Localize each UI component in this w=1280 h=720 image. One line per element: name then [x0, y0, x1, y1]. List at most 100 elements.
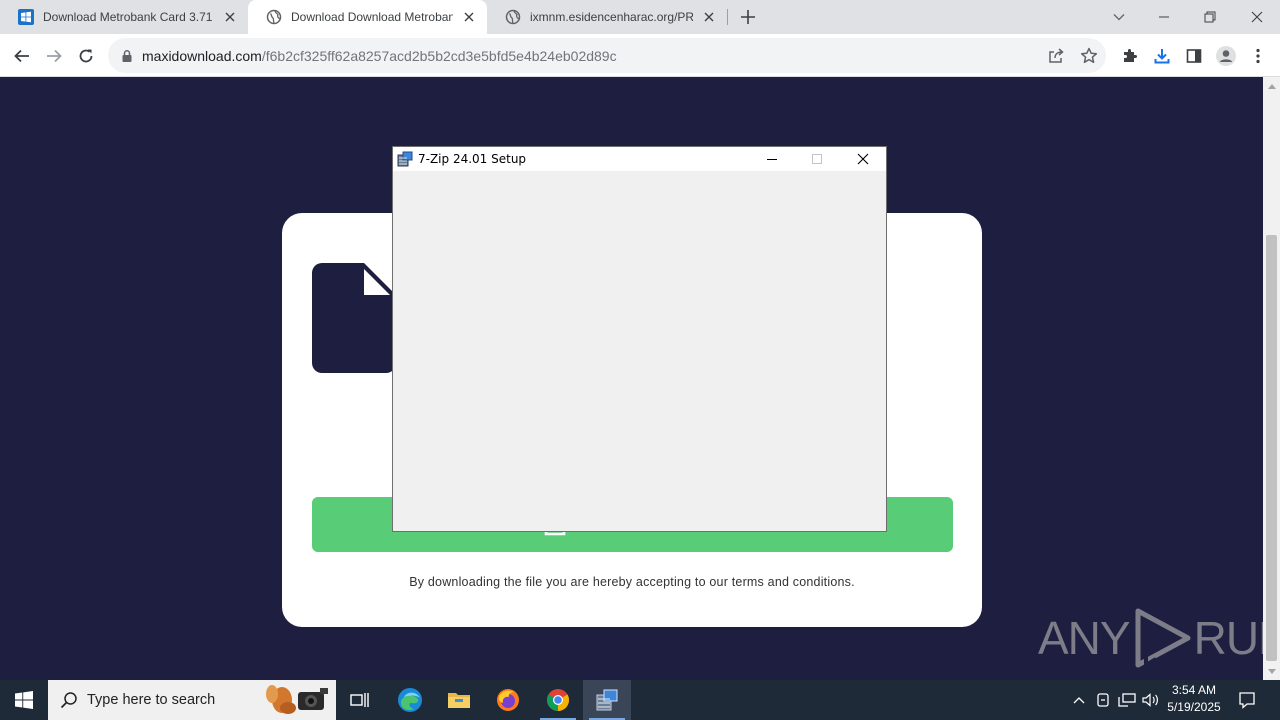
new-tab-icon[interactable]	[737, 6, 759, 28]
tab-search-button[interactable]	[1096, 0, 1142, 34]
tab-ixmnm[interactable]: ixmnm.esidencenharac.org/PRL	[487, 0, 727, 34]
taskbar-firefox[interactable]	[484, 680, 532, 720]
profile-button[interactable]	[1213, 43, 1239, 69]
close-tab-icon[interactable]	[222, 9, 238, 25]
close-tab-icon[interactable]	[701, 9, 717, 25]
file-icon	[312, 263, 396, 373]
scroll-down-icon	[1267, 668, 1276, 674]
tab-separator	[727, 9, 728, 25]
globe-icon	[266, 9, 282, 25]
close-icon	[857, 153, 869, 165]
task-view-icon	[350, 693, 369, 707]
terms-text: By downloading the file you are hereby a…	[409, 575, 855, 589]
scroll-up-button[interactable]	[1263, 77, 1280, 94]
chevron-down-icon	[1113, 14, 1125, 21]
start-button[interactable]	[0, 680, 48, 720]
scroll-thumb[interactable]	[1266, 235, 1277, 661]
arrow-left-icon	[14, 49, 29, 63]
minimize-icon	[767, 159, 777, 160]
edge-icon	[398, 688, 422, 712]
avatar-icon	[1216, 46, 1236, 66]
search-placeholder: Type here to search	[87, 692, 216, 708]
taskbar-clock[interactable]: 3:54 AM 5/19/2025	[1160, 682, 1228, 718]
folder-icon	[448, 693, 470, 708]
reload-button[interactable]	[73, 43, 99, 69]
download-icon	[1154, 49, 1170, 64]
close-tab-icon[interactable]	[461, 9, 477, 25]
tab-strip: Download Metrobank Card 3.71 Download Do…	[0, 0, 1280, 34]
tab-title: Download Metrobank Card 3.71	[43, 10, 213, 24]
search-icon	[60, 692, 77, 709]
share-icon[interactable]	[1046, 46, 1066, 66]
lock-icon[interactable]	[120, 49, 134, 63]
page-scrollbar[interactable]	[1263, 77, 1280, 680]
taskbar-edge[interactable]	[386, 680, 434, 720]
setup-dialog[interactable]: 7-Zip 24.01 Setup	[392, 146, 887, 532]
watermark-right: RUN	[1193, 612, 1263, 664]
scroll-up-icon	[1267, 83, 1276, 89]
chrome-icon	[547, 689, 569, 711]
dialog-titlebar[interactable]: 7-Zip 24.01 Setup	[393, 147, 886, 171]
windows-tile-icon	[18, 9, 34, 25]
address-bar[interactable]: maxidownload.com/f6b2cf325ff62a8257acd2b…	[108, 38, 1106, 73]
taskbar-chrome[interactable]	[534, 680, 582, 720]
tray-device-button[interactable]	[1092, 680, 1114, 720]
watermark-left: ANY	[1038, 612, 1131, 664]
speaker-icon	[1142, 693, 1158, 707]
close-window-button[interactable]	[1234, 0, 1280, 34]
bookmark-star-icon[interactable]	[1079, 46, 1099, 66]
back-button[interactable]	[9, 43, 35, 69]
restore-icon	[1204, 11, 1216, 23]
tab-title: ixmnm.esidencenharac.org/PRL	[530, 10, 693, 24]
taskbar-search-box[interactable]: Type here to search	[48, 680, 336, 720]
kebab-menu-icon	[1256, 48, 1260, 64]
clock-time: 3:54 AM	[1171, 683, 1217, 697]
menu-button[interactable]	[1245, 43, 1271, 69]
search-highlight-illustration-icon	[266, 685, 328, 714]
tray-network-button[interactable]	[1116, 680, 1138, 720]
installer-icon	[397, 151, 413, 167]
arrow-right-icon	[47, 49, 62, 63]
network-icon	[1118, 693, 1136, 707]
scroll-down-button[interactable]	[1263, 663, 1280, 680]
forward-button[interactable]	[41, 43, 67, 69]
notifications-button[interactable]	[1232, 680, 1262, 720]
clock-date: 5/19/2025	[1167, 700, 1221, 714]
side-panel-icon	[1186, 49, 1202, 63]
task-view-button[interactable]	[336, 680, 384, 720]
installer-icon	[596, 689, 618, 711]
windows-taskbar: Type here to search 3:54 AM 5/19/2025	[0, 680, 1280, 720]
chevron-up-icon	[1073, 697, 1085, 704]
windows-logo-icon	[15, 691, 33, 709]
downloads-button[interactable]	[1149, 43, 1175, 69]
taskbar-7zip-setup[interactable]	[583, 680, 631, 720]
show-hidden-icons-button[interactable]	[1068, 680, 1090, 720]
dialog-maximize-button	[794, 147, 840, 171]
taskbar-file-explorer[interactable]	[435, 680, 483, 720]
anyrun-watermark: ANY RUN	[1038, 607, 1263, 669]
minimize-button[interactable]	[1141, 0, 1187, 34]
tab-metrobank-card[interactable]: Download Metrobank Card 3.71	[0, 0, 248, 34]
url-host: maxidownload.com	[142, 47, 262, 64]
minimize-icon	[1159, 16, 1169, 18]
restore-button[interactable]	[1187, 0, 1233, 34]
browser-toolbar: maxidownload.com/f6b2cf325ff62a8257acd2b…	[0, 34, 1280, 77]
reload-icon	[79, 49, 93, 63]
globe-icon	[505, 9, 521, 25]
puzzle-icon	[1124, 49, 1137, 62]
close-icon	[1251, 11, 1263, 23]
maximize-icon	[812, 154, 822, 164]
extensions-button[interactable]	[1117, 43, 1143, 69]
side-panel-button[interactable]	[1181, 43, 1207, 69]
dialog-title: 7-Zip 24.01 Setup	[418, 152, 527, 166]
device-icon	[1097, 693, 1109, 707]
tab-title: Download Download Metrobank	[291, 10, 453, 24]
firefox-icon	[497, 689, 519, 711]
tab-download-metrobank[interactable]: Download Download Metrobank	[248, 0, 487, 34]
tray-volume-button[interactable]	[1140, 680, 1162, 720]
play-logo-icon	[1135, 608, 1191, 669]
url-path: /f6b2cf325ff62a8257acd2b5b2cd3e5bfd5e4b2…	[261, 47, 617, 64]
dialog-minimize-button[interactable]	[749, 147, 795, 171]
dialog-close-button[interactable]	[840, 147, 886, 171]
notification-icon	[1239, 692, 1255, 709]
